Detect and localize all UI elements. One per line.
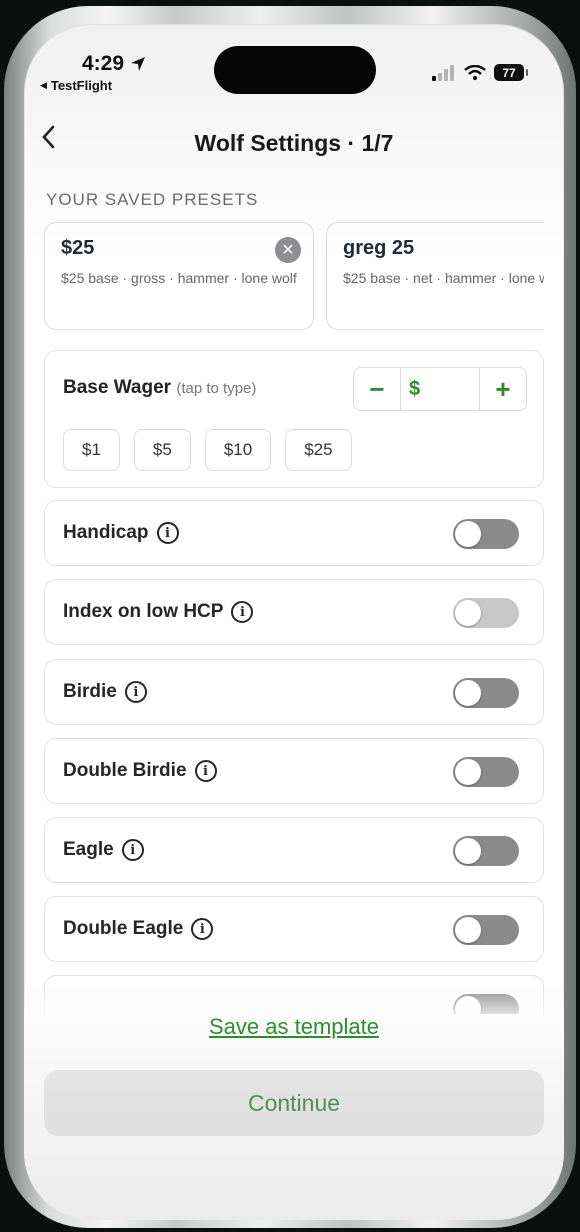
option-label: Double Birdie i bbox=[63, 760, 217, 782]
quick-amount-button[interactable]: $1 bbox=[63, 429, 120, 471]
save-as-template-link[interactable]: Save as template bbox=[24, 1014, 564, 1040]
option-label: Birdie i bbox=[63, 681, 147, 703]
presets-carousel[interactable]: $25 $25 base · gross · hammer · lone wol… bbox=[44, 222, 544, 332]
option-row-eagle: Eagle i bbox=[44, 817, 544, 883]
remove-preset-icon[interactable]: ✕ bbox=[275, 237, 301, 263]
preset-name: $25 bbox=[61, 237, 95, 259]
option-row-birdie: Birdie i bbox=[44, 659, 544, 725]
time-text: 4:29 bbox=[82, 52, 125, 75]
option-label: Eagle i bbox=[63, 839, 144, 861]
info-icon[interactable]: i bbox=[121, 839, 144, 861]
app-screen: 4:29 ◀ TestFlight 77 Wolf Settings · 1/7… bbox=[24, 24, 564, 1220]
preset-card[interactable]: $25 $25 base · gross · hammer · lone wol… bbox=[44, 222, 314, 330]
cellular-signal-icon bbox=[432, 64, 454, 81]
index-low-hcp-toggle[interactable] bbox=[453, 598, 519, 628]
info-icon[interactable]: i bbox=[191, 918, 214, 940]
footer: Save as template Continue bbox=[24, 1014, 564, 1220]
status-indicators: 77 bbox=[432, 64, 528, 81]
quick-amount-button[interactable]: $10 bbox=[204, 429, 272, 471]
option-row-index-low-hcp: Index on low HCP i bbox=[44, 579, 544, 645]
eagle-toggle[interactable] bbox=[453, 836, 519, 866]
quick-amount-button[interactable]: $5 bbox=[133, 429, 191, 471]
info-icon[interactable]: i bbox=[156, 522, 179, 544]
back-to-testflight[interactable]: ◀ TestFlight bbox=[40, 78, 112, 93]
presets-section-label: YOUR SAVED PRESETS bbox=[46, 190, 259, 209]
double-birdie-toggle[interactable] bbox=[453, 757, 519, 787]
option-label: Handicap i bbox=[63, 522, 179, 544]
back-app-label: TestFlight bbox=[50, 78, 113, 93]
option-label: Index on low HCP i bbox=[63, 601, 254, 623]
preset-name: greg 25 bbox=[343, 237, 415, 259]
continue-button[interactable]: Continue bbox=[44, 1070, 544, 1136]
info-icon[interactable]: i bbox=[231, 601, 254, 623]
battery-level: 77 bbox=[502, 65, 516, 80]
quick-amounts: $1 $5 $10 $25 bbox=[63, 429, 352, 471]
option-label-text: Eagle bbox=[63, 839, 114, 860]
increment-button[interactable]: + bbox=[480, 368, 526, 410]
birdie-toggle[interactable] bbox=[453, 678, 519, 708]
wager-amount-input[interactable]: $ bbox=[400, 368, 480, 410]
option-label-text: Index on low HCP bbox=[63, 601, 224, 622]
option-label-text: Birdie bbox=[63, 681, 117, 702]
option-label-text: Double Birdie bbox=[63, 760, 187, 781]
base-wager-hint: (tap to type) bbox=[176, 380, 257, 397]
option-row-handicap: Handicap i bbox=[44, 500, 544, 566]
option-label-text: Double Eagle bbox=[63, 918, 184, 939]
status-time: 4:29 bbox=[82, 52, 146, 76]
double-eagle-toggle[interactable] bbox=[453, 915, 519, 945]
wifi-icon bbox=[464, 64, 486, 80]
option-row-double-birdie: Double Birdie i bbox=[44, 738, 544, 804]
decrement-button[interactable]: − bbox=[354, 368, 400, 410]
location-arrow-icon bbox=[131, 57, 146, 71]
option-row-double-eagle: Double Eagle i bbox=[44, 896, 544, 962]
option-label-text: Handicap bbox=[63, 522, 149, 543]
base-wager-title: Base Wager bbox=[63, 377, 172, 398]
quick-amount-button[interactable]: $25 bbox=[285, 429, 352, 471]
battery-icon: 77 bbox=[494, 64, 528, 81]
back-triangle-icon: ◀ bbox=[40, 80, 47, 90]
preset-description: $25 base · gross · hammer · lone wolf bbox=[61, 270, 297, 286]
info-icon[interactable]: i bbox=[124, 681, 147, 703]
device-frame: 4:29 ◀ TestFlight 77 Wolf Settings · 1/7… bbox=[4, 6, 576, 1228]
page-title: Wolf Settings · 1/7 bbox=[194, 130, 394, 156]
preset-card[interactable]: greg 25 $25 base · net · hammer · lone w… bbox=[326, 222, 544, 330]
option-label: Double Eagle i bbox=[63, 918, 214, 940]
base-wager-label: Base Wager (tap to type) bbox=[63, 377, 256, 399]
base-wager-card: Base Wager (tap to type) − $ + $1 $5 $10… bbox=[44, 350, 544, 488]
wager-stepper: − $ + bbox=[353, 367, 527, 411]
preset-description: $25 base · net · hammer · lone wolf bbox=[343, 270, 544, 286]
dynamic-island bbox=[214, 46, 376, 94]
handicap-toggle[interactable] bbox=[453, 519, 519, 549]
info-icon[interactable]: i bbox=[194, 760, 217, 782]
